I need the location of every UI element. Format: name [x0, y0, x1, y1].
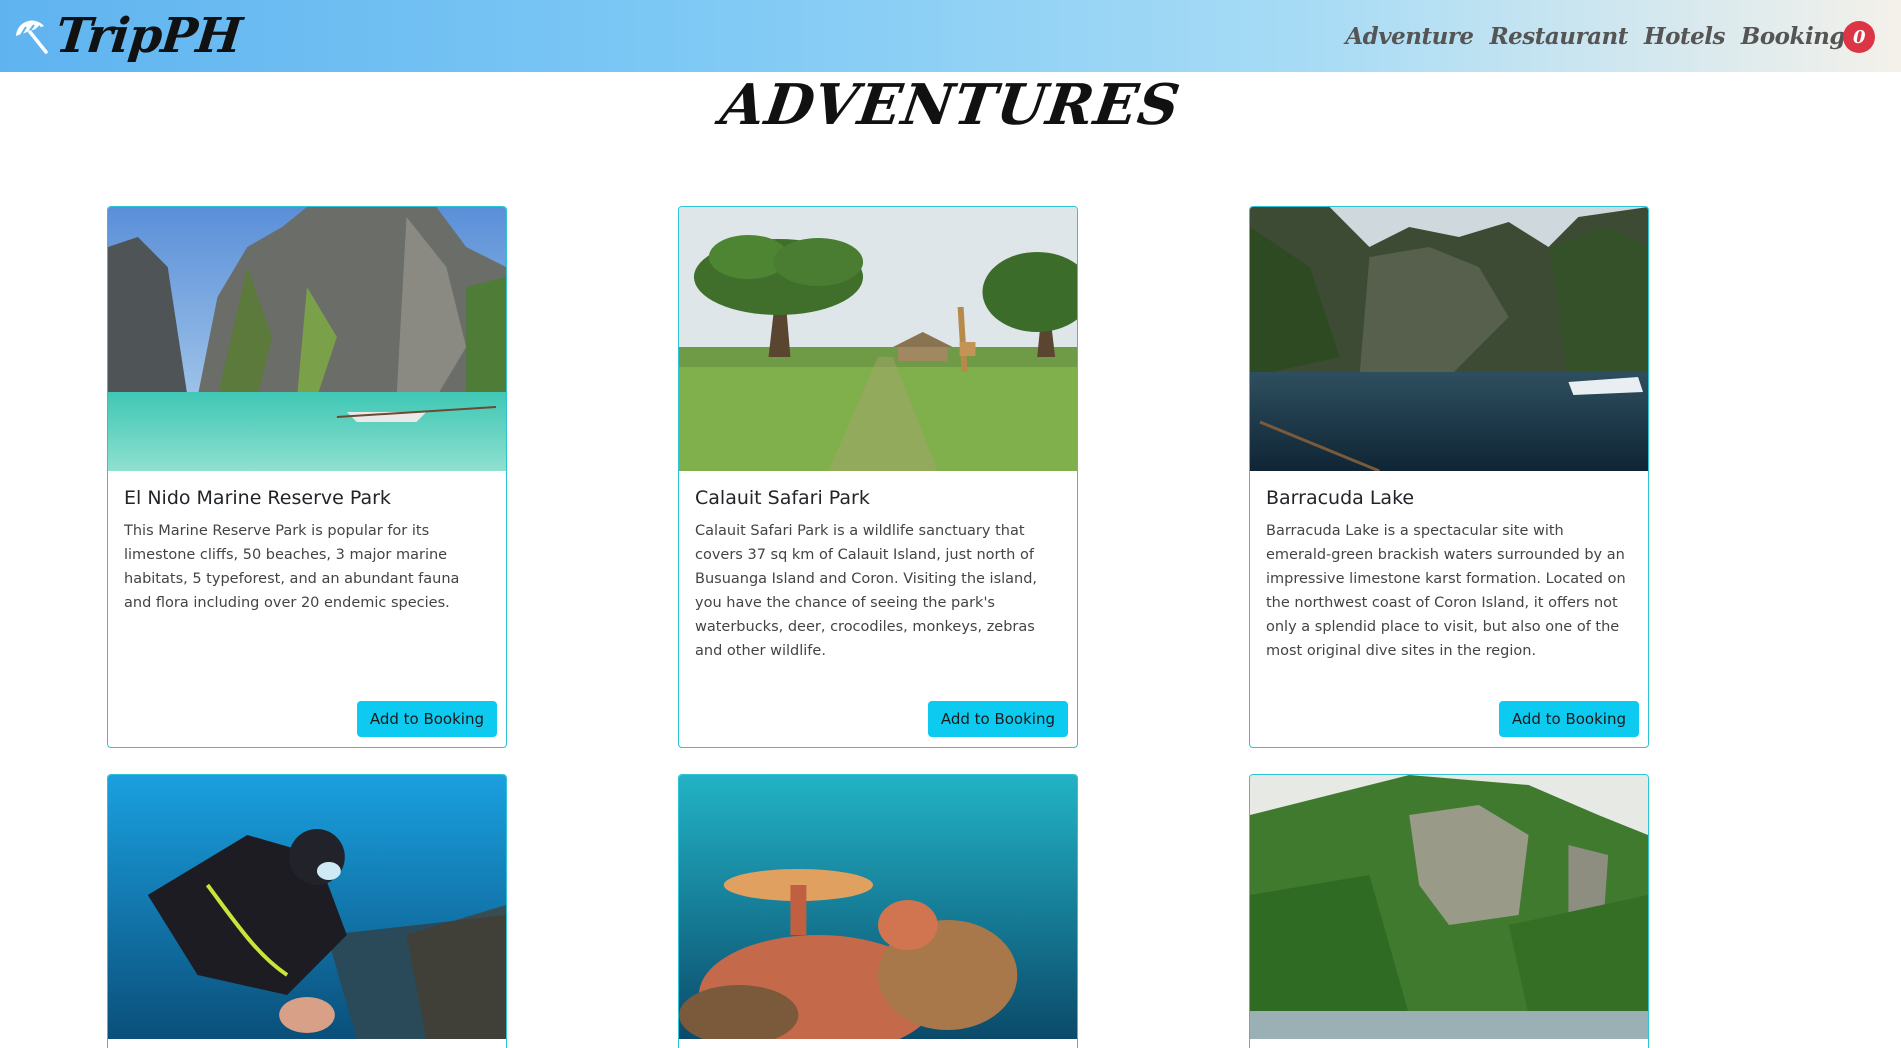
nav-link-booking[interactable]: Booking 0 — [1741, 19, 1875, 53]
booking-count-badge: 0 — [1843, 21, 1875, 53]
page-title: ADVENTURES — [716, 72, 1185, 138]
adventure-card-diving — [107, 774, 507, 1048]
brand-logo[interactable]: TripPH — [12, 8, 244, 64]
card-body: El Nido Marine Reserve Park This Marine … — [108, 471, 506, 747]
card-description: Barracuda Lake is a spectacular site wit… — [1266, 523, 1626, 659]
card-title: Calauit Safari Park — [695, 487, 870, 509]
adventure-card-barracuda: Barracuda Lake Barracuda Lake is a spect… — [1249, 206, 1649, 748]
nav-link-hotels[interactable]: Hotels — [1644, 23, 1726, 50]
nav-link-restaurant[interactable]: Restaurant — [1490, 23, 1629, 50]
beach-umbrella-icon — [16, 20, 48, 54]
navbar: TripPH Adventure Restaurant Hotels Booki… — [0, 0, 1901, 72]
card-image-el-nido — [108, 207, 506, 471]
add-to-booking-button[interactable]: Add to Booking — [356, 701, 497, 737]
card-image-barracuda — [1250, 207, 1648, 471]
nav-menu: Adventure Restaurant Hotels Booking 0 — [1329, 19, 1875, 53]
adventure-card-calauit: Calauit Safari Park Calauit Safari Park … — [678, 206, 1078, 748]
card-image-forest-cliff — [1250, 775, 1648, 1039]
nav-link-booking-label: Booking — [1740, 22, 1846, 50]
card-image-coral-reef — [679, 775, 1077, 1039]
brand-name: TripPH — [53, 8, 244, 64]
add-to-booking-button[interactable]: Add to Booking — [927, 701, 1068, 737]
card-body: Calauit Safari Park Calauit Safari Park … — [679, 471, 1077, 747]
card-title: El Nido Marine Reserve Park — [124, 487, 391, 509]
card-image-calauit — [679, 207, 1077, 471]
card-title: Barracuda Lake — [1266, 487, 1415, 509]
card-image-diving — [108, 775, 506, 1039]
adventure-card-el-nido: El Nido Marine Reserve Park This Marine … — [107, 206, 507, 748]
add-to-booking-button[interactable]: Add to Booking — [1498, 701, 1639, 737]
nav-link-adventure[interactable]: Adventure — [1345, 23, 1474, 50]
adventure-card-coral-reef — [678, 774, 1078, 1048]
card-description: Calauit Safari Park is a wildlife sanctu… — [695, 523, 1038, 659]
card-body: Barracuda Lake Barracuda Lake is a spect… — [1250, 471, 1648, 747]
card-description: This Marine Reserve Park is popular for … — [124, 523, 460, 611]
adventure-card-forest-cliff — [1249, 774, 1649, 1048]
